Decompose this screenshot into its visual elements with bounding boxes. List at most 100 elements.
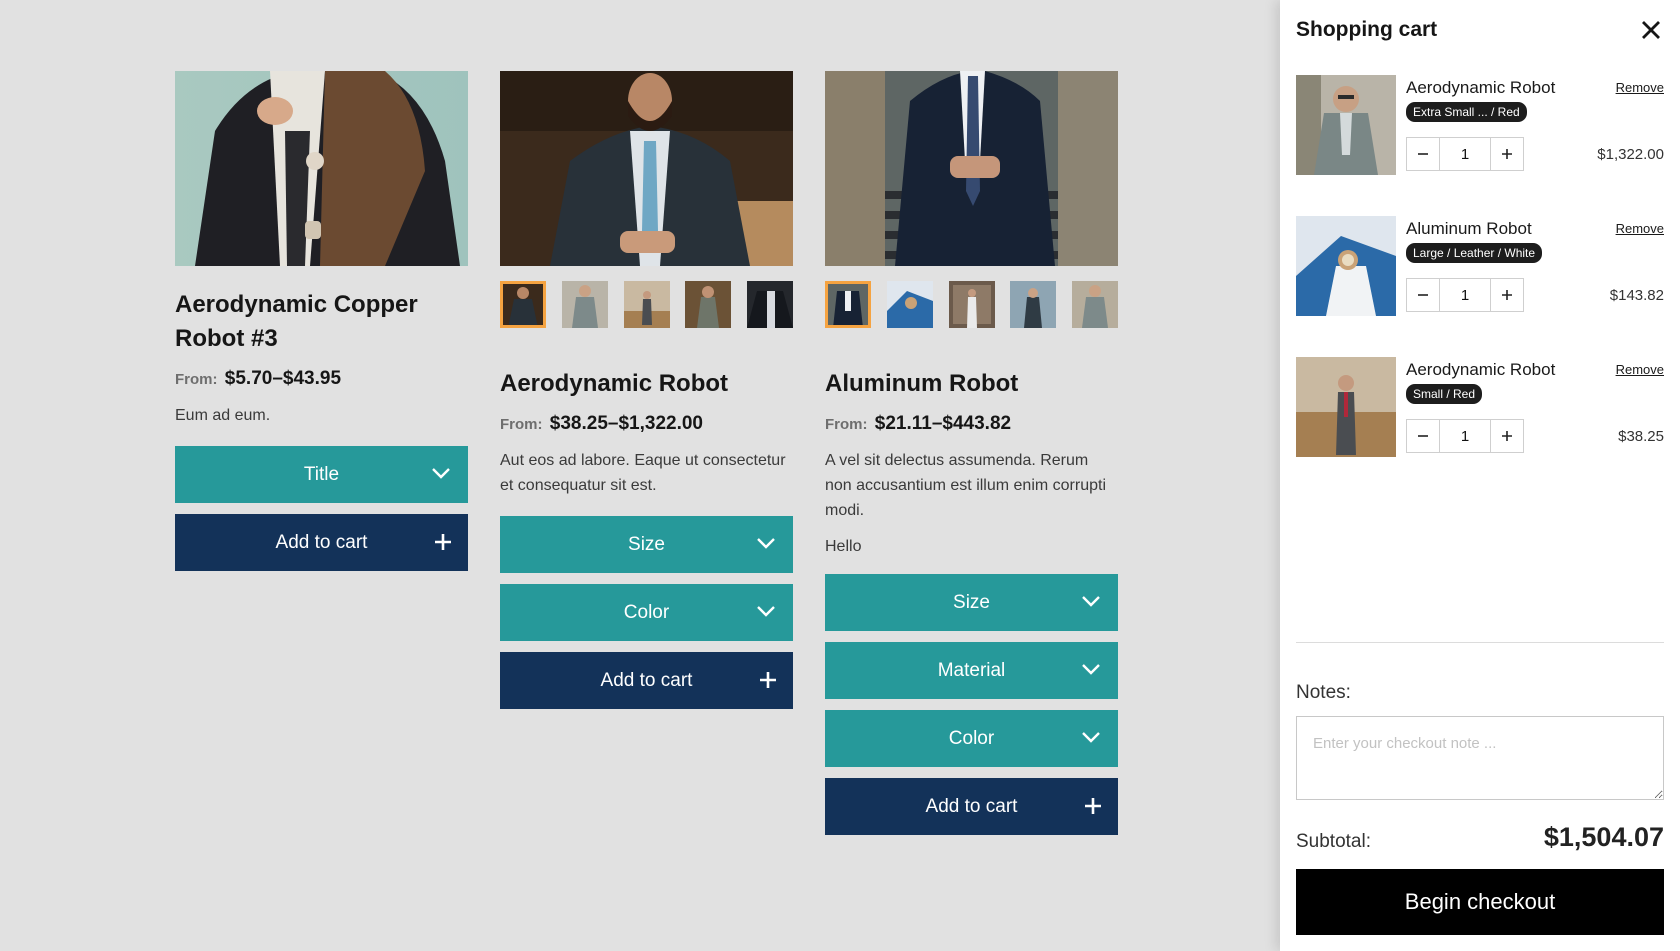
cart-item: Aluminum Robot Remove Large / Leather / … [1296, 216, 1664, 316]
cart-item-name[interactable]: Aluminum Robot [1406, 219, 1532, 239]
select-label: Material [937, 659, 1006, 681]
plus-icon [1502, 431, 1512, 441]
cart-title: Shopping cart [1296, 18, 1438, 41]
variant-badge: Large / Leather / White [1406, 243, 1543, 263]
thumbnail[interactable] [747, 281, 793, 328]
add-to-cart-button[interactable]: Add to cart [500, 652, 793, 709]
divider [1296, 642, 1664, 643]
product-card: Aluminum Robot From: $21.11–$443.82 A ve… [825, 71, 1118, 835]
thumbnail[interactable] [1072, 281, 1118, 328]
plus-icon [1085, 798, 1101, 814]
quantity-stepper: 1 [1406, 137, 1524, 171]
product-image[interactable] [500, 71, 793, 266]
thumbnail[interactable] [825, 281, 871, 328]
product-image[interactable] [175, 71, 468, 266]
minus-icon [1418, 435, 1428, 437]
increase-quantity-button[interactable] [1490, 419, 1524, 453]
cart-item-price: $38.25 [1618, 428, 1664, 445]
select-label: Color [623, 601, 670, 623]
close-icon[interactable] [1640, 19, 1662, 41]
product-title[interactable]: Aerodynamic Robot [500, 367, 793, 401]
chevron-down-icon [432, 468, 450, 479]
plus-icon [435, 534, 451, 550]
decrease-quantity-button[interactable] [1406, 278, 1440, 312]
cart-item-name[interactable]: Aerodynamic Robot [1406, 78, 1555, 98]
product-note: Hello [825, 538, 862, 555]
variant-badge: Small / Red [1406, 384, 1483, 404]
cart-item-image [1296, 75, 1396, 175]
checkout-note-input[interactable] [1296, 716, 1664, 800]
title-select[interactable]: Title [175, 446, 468, 503]
thumbnail[interactable] [948, 281, 995, 328]
product-card: Aerodynamic Robot From: $38.25–$1,322.00… [500, 71, 793, 709]
price-from-label: From: [500, 416, 543, 433]
quantity-stepper: 1 [1406, 278, 1524, 312]
add-to-cart-button[interactable]: Add to cart [175, 514, 468, 571]
minus-icon [1418, 294, 1428, 296]
chevron-down-icon [1082, 664, 1100, 675]
quantity-stepper: 1 [1406, 419, 1524, 453]
product-title[interactable]: Aerodynamic Copper Robot #3 [175, 288, 468, 356]
variant-badge: Extra Small ... / Red [1406, 102, 1527, 122]
quantity-value[interactable]: 1 [1440, 278, 1490, 312]
quantity-value[interactable]: 1 [1440, 137, 1490, 171]
cart-drawer: Shopping cart Aerodynamic Robot Remove E… [1280, 0, 1680, 951]
add-to-cart-label: Add to cart [275, 531, 368, 553]
decrease-quantity-button[interactable] [1406, 419, 1440, 453]
plus-icon [760, 672, 776, 688]
increase-quantity-button[interactable] [1490, 137, 1524, 171]
price-range: $38.25–$1,322.00 [549, 413, 703, 434]
thumbnail[interactable] [1010, 281, 1057, 328]
product-description: Eum ad eum. [175, 407, 271, 424]
price-range: $5.70–$43.95 [224, 368, 342, 389]
cart-item-price: $143.82 [1609, 287, 1664, 304]
chevron-down-icon [1082, 596, 1100, 607]
remove-link[interactable]: Remove [1616, 362, 1664, 377]
thumbnail[interactable] [561, 281, 608, 328]
thumbnail[interactable] [623, 281, 670, 328]
product-price: From: $5.70–$43.95 [175, 368, 468, 390]
plus-icon [1502, 149, 1512, 159]
chevron-down-icon [757, 606, 775, 617]
begin-checkout-button[interactable]: Begin checkout [1296, 869, 1664, 935]
select-label: Title [303, 463, 340, 485]
price-range: $21.11–$443.82 [874, 413, 1012, 434]
product-title[interactable]: Aluminum Robot [825, 367, 1118, 401]
increase-quantity-button[interactable] [1490, 278, 1524, 312]
remove-link[interactable]: Remove [1616, 80, 1664, 95]
cart-item-image [1296, 357, 1396, 457]
product-card: Aerodynamic Copper Robot #3 From: $5.70–… [175, 71, 468, 571]
material-select[interactable]: Material [825, 642, 1118, 699]
quantity-value[interactable]: 1 [1440, 419, 1490, 453]
cart-item: Aerodynamic Robot Remove Extra Small ...… [1296, 75, 1664, 175]
chevron-down-icon [757, 538, 775, 549]
cart-item-image [1296, 216, 1396, 316]
thumbnail[interactable] [500, 281, 546, 328]
color-select[interactable]: Color [825, 710, 1118, 767]
size-select[interactable]: Size [500, 516, 793, 573]
product-price: From: $21.11–$443.82 [825, 413, 1118, 435]
thumbnail-strip [500, 281, 793, 328]
notes-label: Notes: [1296, 682, 1351, 703]
select-label: Color [948, 727, 995, 749]
product-grid: Aerodynamic Copper Robot #3 From: $5.70–… [0, 0, 1280, 951]
product-image[interactable] [825, 71, 1118, 266]
remove-link[interactable]: Remove [1616, 221, 1664, 236]
select-label: Size [953, 591, 990, 613]
product-description: Aut eos ad labore. Eaque ut consectetur … [500, 452, 786, 494]
color-select[interactable]: Color [500, 584, 793, 641]
select-label: Size [628, 533, 665, 555]
decrease-quantity-button[interactable] [1406, 137, 1440, 171]
add-to-cart-button[interactable]: Add to cart [825, 778, 1118, 835]
price-from-label: From: [825, 416, 868, 433]
cart-item-name[interactable]: Aerodynamic Robot [1406, 360, 1555, 380]
thumbnail[interactable] [685, 281, 732, 328]
thumbnail[interactable] [886, 281, 933, 328]
price-from-label: From: [175, 371, 218, 388]
subtotal-value: $1,504.07 [1543, 822, 1664, 852]
subtotal-label: Subtotal: [1296, 831, 1371, 852]
plus-icon [1502, 290, 1512, 300]
size-select[interactable]: Size [825, 574, 1118, 631]
add-to-cart-label: Add to cart [600, 669, 693, 691]
cart-item: Aerodynamic Robot Remove Small / Red 1 $… [1296, 357, 1664, 457]
